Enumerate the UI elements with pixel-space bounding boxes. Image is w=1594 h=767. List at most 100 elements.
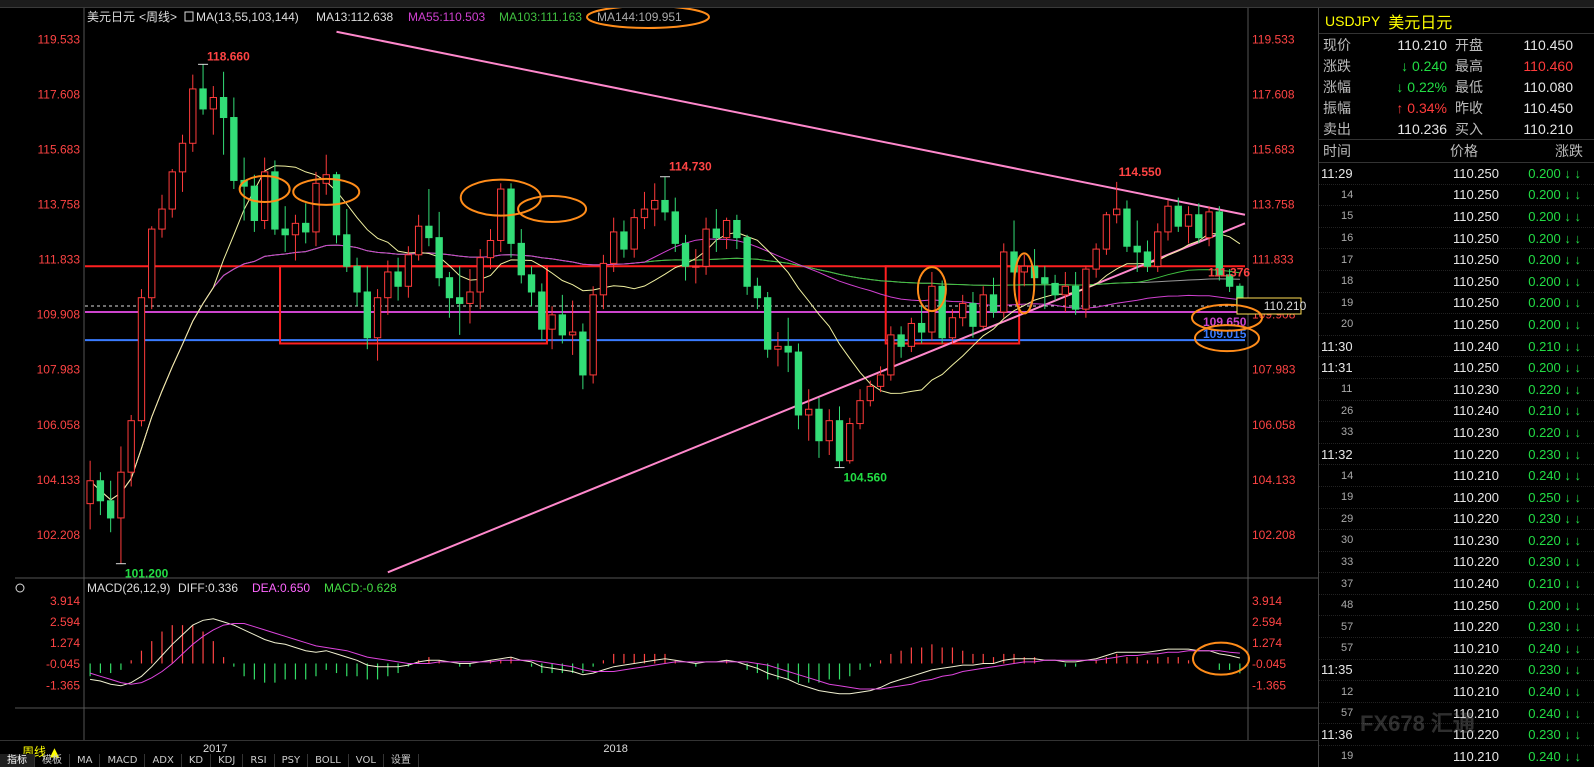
macd-y-tick-left: 1.274	[50, 636, 80, 650]
tick-time: 33	[1341, 555, 1354, 568]
tick-header-time: 时间	[1323, 143, 1351, 159]
candle-body-down	[394, 271, 402, 287]
tick-price: 110.230	[1452, 424, 1499, 440]
indicator-tab-模板[interactable]: 模板	[35, 754, 70, 767]
macd-y-tick-right: 1.274	[1252, 636, 1282, 650]
candle-body-up	[384, 271, 392, 299]
quote-value: 110.460	[1523, 57, 1573, 74]
tick-price: 110.230	[1452, 532, 1499, 548]
quote-row: 卖出 110.236 买入 110.210	[1319, 118, 1594, 139]
tick-time: 18	[1341, 275, 1354, 288]
quote-value: ↓ 0.240	[1401, 57, 1447, 74]
candle-body-down	[989, 294, 998, 313]
y-tick-right: 102.208	[1252, 528, 1296, 542]
candle-body-up	[1184, 214, 1193, 227]
tick-list[interactable]: 11:29 110.250 0.200 ↓ ↓ 14 110.250 0.200 ↓ ↓ 1…	[1319, 163, 1594, 767]
quote-label: 振幅	[1323, 99, 1351, 116]
chart-background	[0, 8, 1318, 740]
y-tick-left: 119.533	[38, 32, 81, 46]
tick-price: 110.220	[1452, 662, 1499, 678]
tick-time: 26	[1341, 404, 1354, 417]
candle-body-up	[1061, 285, 1070, 296]
y-tick-right: 107.983	[1252, 363, 1296, 377]
indicator-tab-设置[interactable]: 设置	[384, 754, 419, 767]
tick-price: 110.220	[1452, 619, 1499, 635]
tick-row: 19 110.210 0.240 ↓ ↓	[1319, 746, 1594, 767]
tick-header-price: 价格	[1450, 143, 1478, 159]
candle-body-up	[866, 385, 874, 402]
candle-body-down	[250, 185, 259, 221]
indicator-tabs: 指标 模板 MA MACD ADX KD KDJ RSI PSY BOLL VOL 设置	[0, 754, 419, 767]
y-tick-left: 102.208	[37, 528, 81, 542]
candle-body-down	[1041, 277, 1049, 284]
tick-price: 110.210	[1452, 684, 1499, 700]
tick-change: 0.230 ↓ ↓	[1528, 554, 1581, 570]
candle-body-up	[548, 314, 556, 330]
tick-price: 110.250	[1452, 252, 1499, 268]
y-tick-left: 106.058	[37, 418, 81, 432]
indicator-tab-kdj[interactable]: KDJ	[211, 754, 244, 767]
tick-change: 0.200 ↓ ↓	[1528, 252, 1581, 268]
current-price-text: 110.210	[1264, 299, 1307, 313]
candle-body-down	[794, 351, 803, 416]
tick-change: 0.230 ↓ ↓	[1528, 662, 1581, 678]
tick-time: 11:32	[1321, 446, 1353, 462]
candle-body-down	[230, 117, 238, 181]
tick-time: 17	[1341, 253, 1354, 266]
bottom-bar: 2017 2018 周线 ▲ 指标 模板 MA MACD ADX KD KDJ RSI PSY BO…	[0, 740, 1318, 767]
indicator-tab-psy[interactable]: PSY	[275, 754, 309, 767]
tick-price: 110.210	[1452, 468, 1499, 484]
y-tick-right: 115.683	[1252, 142, 1295, 156]
tick-time: 16	[1341, 232, 1354, 245]
candle-body-up	[137, 297, 146, 422]
tick-price: 110.210	[1452, 640, 1499, 656]
macd-y-tick-right: -1.365	[1252, 678, 1286, 692]
tick-time: 33	[1341, 426, 1354, 439]
quote-label: 卖出	[1323, 120, 1351, 137]
candle-body-up	[260, 171, 269, 221]
tick-time: 11:35	[1321, 662, 1353, 678]
indicator-tab-rsi[interactable]: RSI	[243, 754, 275, 767]
indicator-tab-kd[interactable]: KD	[182, 754, 212, 767]
candle-body-down	[1143, 251, 1152, 267]
candle-body-down	[897, 334, 905, 347]
quote-panel: USDJPY 美元日元 现价 110.210 开盘 110.450 涨跌 ↓ 0.240 最…	[1318, 8, 1594, 767]
x-tick-year: 2017	[203, 743, 227, 754]
quote-rows: 现价 110.210 开盘 110.450 涨跌 ↓ 0.240 最高 110.460 涨幅 ↓ …	[1319, 34, 1594, 139]
quote-row: 涨跌 ↓ 0.240 最高 110.460	[1319, 55, 1594, 76]
macd-legend-dea: DEA:0.650	[252, 581, 310, 595]
tick-change: 0.240 ↓ ↓	[1528, 684, 1581, 700]
indicator-tab-boll[interactable]: BOLL	[308, 754, 349, 767]
macd-y-tick-right: 2.594	[1252, 615, 1282, 629]
tick-price: 110.230	[1452, 381, 1499, 397]
candle-body-up	[1092, 248, 1100, 270]
candle-body-down	[281, 228, 289, 236]
macd-y-tick-left: -1.365	[46, 678, 80, 692]
indicator-tab-ma[interactable]: MA	[70, 754, 101, 767]
candle-body-down	[815, 408, 823, 442]
tick-time: 15	[1341, 210, 1354, 223]
legend-item: MA13:112.638	[316, 10, 393, 24]
y-tick-right: 111.833	[1252, 253, 1294, 267]
tick-change: 0.200 ↓ ↓	[1528, 187, 1581, 203]
indicator-tab-指标[interactable]: 指标	[0, 754, 35, 767]
indicator-tab-vol[interactable]: VOL	[349, 754, 384, 767]
quote-label: 现价	[1323, 36, 1351, 53]
y-tick-right: 113.758	[1252, 198, 1295, 212]
tick-header-change: 涨跌	[1555, 143, 1583, 159]
candle-body-up	[825, 420, 833, 442]
candle-body-up	[589, 294, 597, 376]
y-tick-left: 104.133	[37, 473, 81, 487]
tick-row: 57 110.220 0.230 ↓ ↓	[1319, 616, 1594, 639]
candle-body-down	[199, 88, 207, 110]
indicator-tab-macd[interactable]: MACD	[100, 754, 146, 767]
tick-price: 110.250	[1452, 187, 1499, 203]
tick-price: 110.250	[1452, 208, 1499, 224]
tick-time: 11	[1341, 383, 1353, 396]
candle-body-down	[579, 331, 587, 376]
top-toolbar	[0, 0, 1594, 8]
candle-body-down	[302, 222, 310, 233]
indicator-tab-adx[interactable]: ADX	[145, 754, 182, 767]
candle-body-up	[466, 291, 474, 304]
candle-body-up	[1000, 251, 1008, 313]
